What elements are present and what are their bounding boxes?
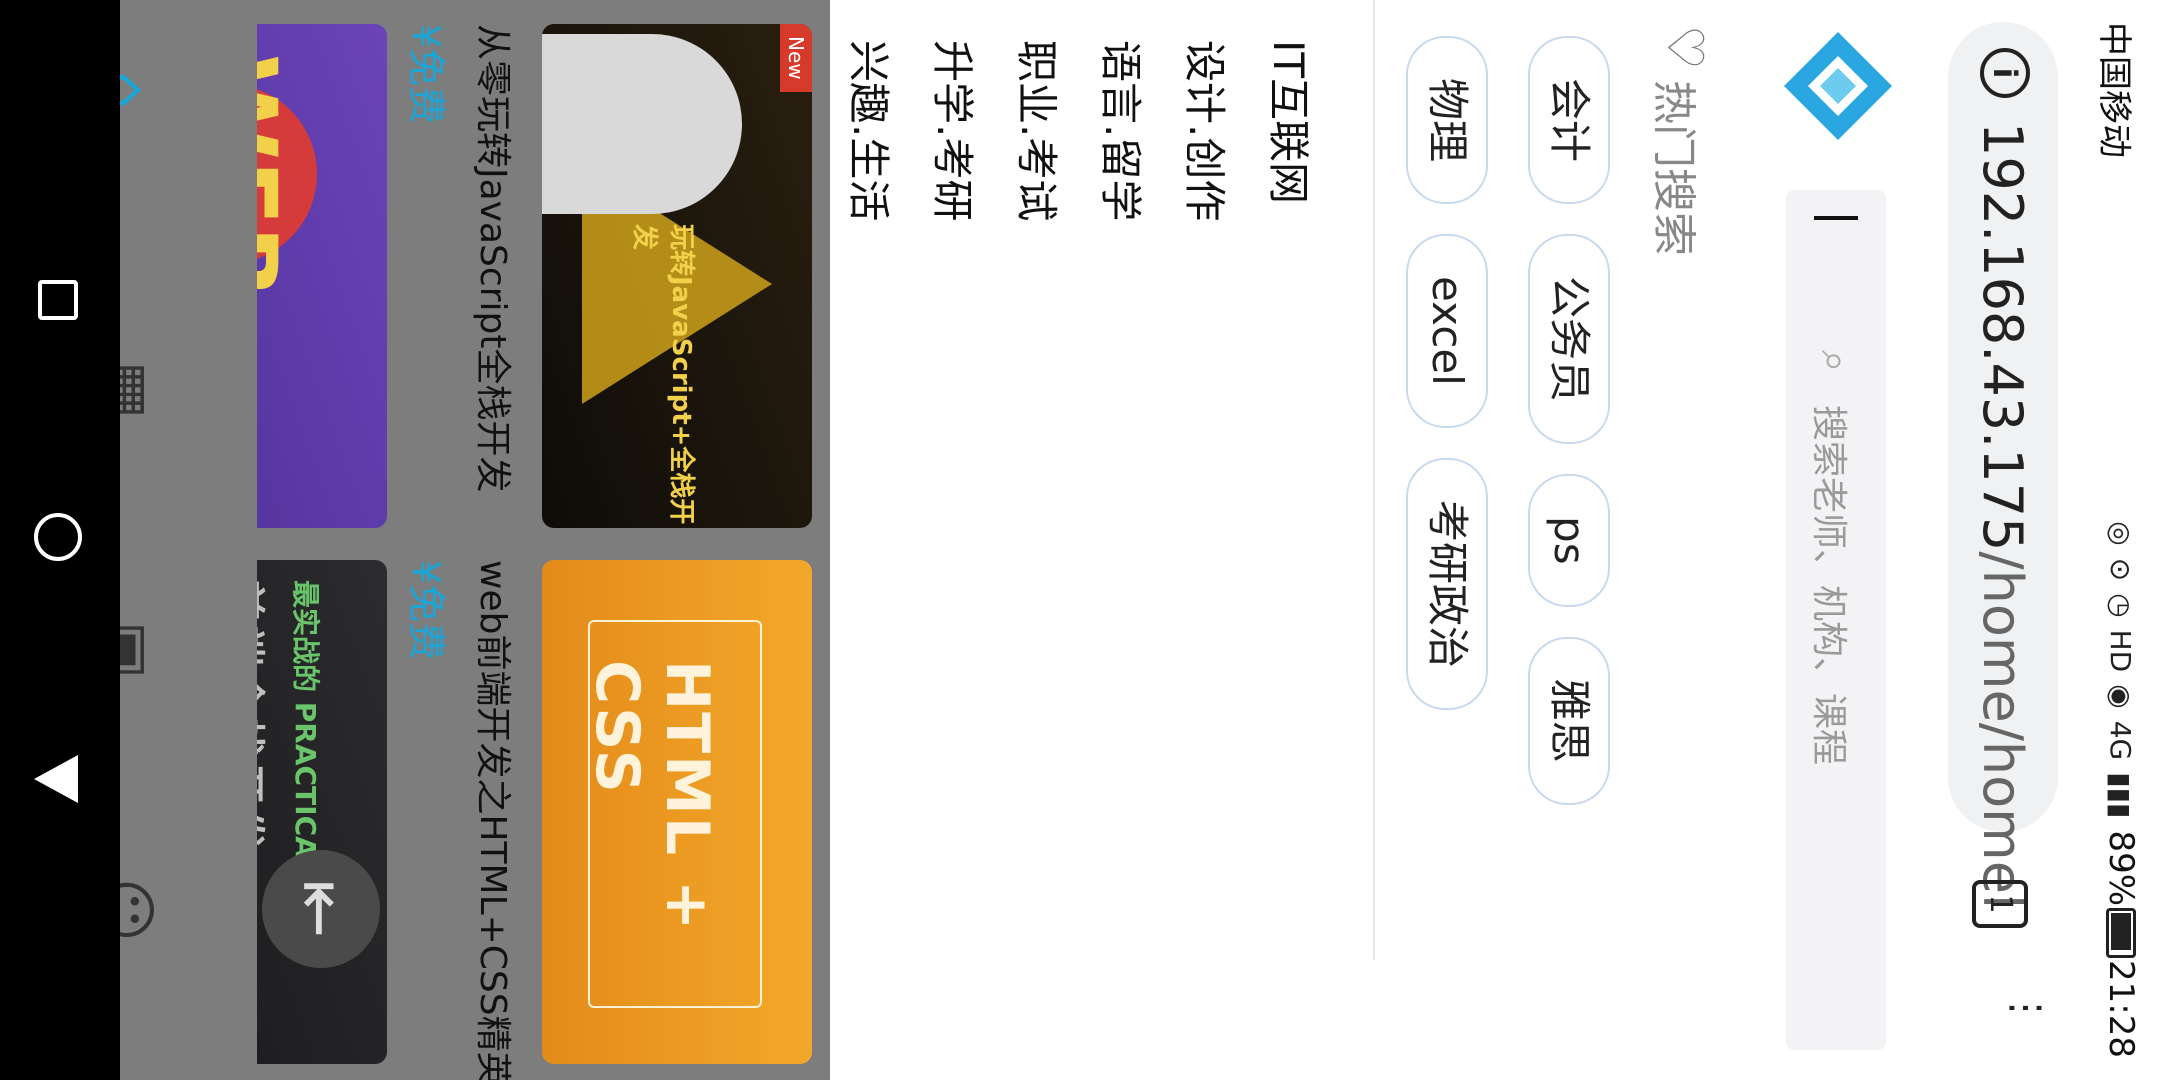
banner-text: 玩转JavaScript+全栈开发	[629, 224, 696, 525]
hot-tag[interactable]: 会计	[1528, 36, 1610, 205]
course-banner-html-css[interactable]: HTML + CSS	[542, 560, 812, 1064]
instructor-photo	[542, 34, 742, 214]
hot-tag[interactable]: ps	[1528, 474, 1610, 607]
phone-screen: 中国移动 ◎ ⊙ ◷ HD ◉ 4G ▮▮▮ 89% 21:28 i 192.1…	[0, 0, 2160, 1080]
url-path: /home/homel	[1971, 551, 2034, 909]
new-badge: New	[780, 24, 812, 92]
url-text[interactable]: 192.168.43.175/home/homel	[1971, 122, 2034, 909]
back-button[interactable]	[34, 755, 78, 803]
carrier-label: 中国移动	[2094, 22, 2134, 158]
course-banner-web[interactable]: WEB	[257, 24, 387, 528]
hot-tag[interactable]: 雅思	[1528, 636, 1610, 805]
home-button[interactable]	[34, 513, 82, 561]
category-list: IT互联网 设计.创作 语言.留学 职业.考试 升学.考研 兴趣.生活	[826, 40, 1330, 221]
hot-tag[interactable]: 考研政治	[1406, 457, 1488, 710]
clock: 21:28	[2101, 960, 2141, 1058]
hot-search-tags: 会计 公务员 ps 雅思 物理 excel 考研政治	[1366, 36, 1610, 936]
hot-search-title: 热门搜索	[1648, 80, 1699, 256]
heart-icon: ♡	[1656, 25, 1714, 70]
banner-text: 前端全栈开发	[257, 580, 267, 856]
status-icons: ◎ ⊙ ◷ HD ◉ 4G ▮▮▮ 89% 21:28	[2096, 521, 2146, 1058]
signal-icon: ▮▮▮	[2104, 772, 2138, 819]
battery-percent: 89%	[2101, 830, 2141, 907]
category-item[interactable]: IT互联网	[1246, 40, 1330, 221]
course-banner-javascript[interactable]: 玩转JavaScript+全栈开发 New	[542, 24, 812, 528]
dimmed-home-overlay[interactable]: 玩转JavaScript+全栈开发 New HTML + CSS 从零玩转Jav…	[0, 0, 830, 1080]
browser-toolbar: i 192.168.43.175/home/homel 1 ⋮	[1919, 0, 2080, 1080]
hotspot-icon: ◎	[2104, 521, 2138, 546]
address-bar[interactable]: i 192.168.43.175/home/homel	[1948, 22, 2058, 909]
search-placeholder: 搜索老师、机构、课程	[1808, 405, 1849, 766]
info-icon[interactable]: i	[1980, 48, 2030, 98]
search-icon: ⌕	[1812, 350, 1858, 373]
category-item[interactable]: 升学.考研	[910, 40, 994, 221]
alarm-icon: ◷	[2104, 593, 2138, 618]
search-input[interactable]: ⌕ 搜索老师、机构、课程	[1786, 190, 1886, 1050]
logo-icon	[1784, 32, 1892, 140]
battery-icon	[2106, 908, 2136, 959]
back-to-top-button[interactable]: ⇤	[262, 850, 380, 968]
status-bar: 中国移动 ◎ ⊙ ◷ HD ◉ 4G ▮▮▮ 89% 21:28	[2080, 0, 2160, 1080]
banner-text: WEB	[257, 54, 297, 299]
eye-icon: ◉	[2104, 684, 2138, 709]
stage: 中国移动 ◎ ⊙ ◷ HD ◉ 4G ▮▮▮ 89% 21:28 i 192.1…	[0, 0, 2160, 1080]
banner-text: HTML + CSS	[582, 660, 722, 933]
nfc-icon: ⊙	[2104, 557, 2138, 582]
category-item[interactable]: 兴趣.生活	[826, 40, 910, 221]
more-menu-icon[interactable]: ⋮	[1966, 988, 2049, 1028]
category-item[interactable]: 设计.创作	[1162, 40, 1246, 221]
course-title[interactable]: web前端开发之HTML+CSS精英...	[470, 560, 522, 1080]
banner-subtext: 最实战的 PRACTICAL	[289, 580, 322, 876]
course-banner-fullstack[interactable]: 最实战的 PRACTICAL 前端全栈开发	[257, 560, 387, 1064]
hot-tag[interactable]: excel	[1406, 234, 1488, 428]
tab-switcher-button[interactable]: 1	[1972, 880, 2028, 928]
url-host: 192.168.43.175	[1971, 122, 2034, 552]
system-nav-bar	[0, 0, 120, 1080]
divider	[1373, 0, 1375, 960]
network-type: 4G	[2104, 720, 2138, 761]
course-price: ¥免费	[404, 24, 448, 125]
app-header: ⌕ 搜索老师、机构、课程	[1750, 0, 1920, 1080]
hot-tag[interactable]: 物理	[1406, 36, 1488, 205]
course-price: ¥免费	[404, 560, 448, 661]
hot-tag-row-2: 物理 excel 考研政治	[1406, 36, 1488, 936]
category-item[interactable]: 职业.考试	[994, 40, 1078, 221]
course-title[interactable]: 从零玩转JavaScript全栈开发	[470, 24, 522, 492]
category-item[interactable]: 语言.留学	[1078, 40, 1162, 221]
hot-tag-row-1: 会计 公务员 ps 雅思	[1528, 36, 1610, 936]
recents-button[interactable]	[38, 280, 78, 320]
hot-tag[interactable]: 公务员	[1528, 234, 1610, 445]
hd-icon: HD	[2104, 629, 2138, 673]
text-cursor	[1814, 216, 1858, 220]
